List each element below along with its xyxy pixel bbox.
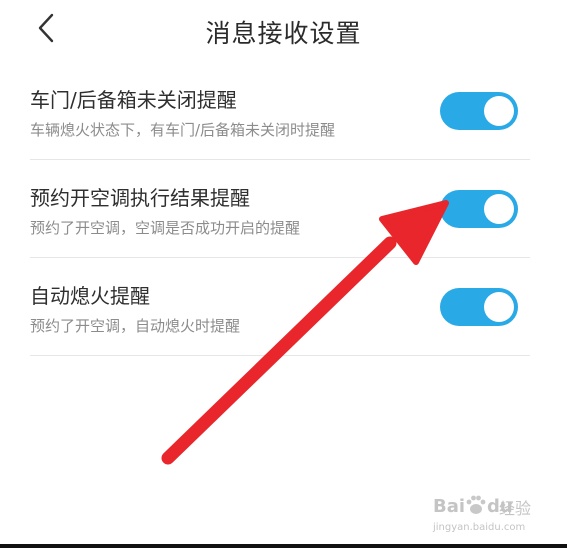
- auto-shutoff-reminder-toggle[interactable]: [440, 288, 518, 326]
- screen: 消息接收设置 车门/后备箱未关闭提醒 车辆熄火状态下，有车门/后备箱未关闭时提醒…: [0, 0, 567, 548]
- toggle-knob: [484, 96, 514, 126]
- header-bar: 消息接收设置: [0, 0, 567, 62]
- setting-row-ac-result: 预约开空调执行结果提醒 预约了开空调，空调是否成功开启的提醒: [30, 160, 530, 258]
- watermark-brand-left: Bai: [433, 496, 466, 517]
- setting-title: 预约开空调执行结果提醒: [30, 186, 250, 210]
- setting-title: 自动熄火提醒: [30, 284, 150, 308]
- page-title: 消息接收设置: [205, 19, 362, 48]
- watermark-brand-cn: 经验: [499, 499, 532, 518]
- setting-description: 预约了开空调，空调是否成功开启的提醒: [30, 219, 301, 237]
- ac-result-reminder-toggle[interactable]: [440, 190, 518, 228]
- bottom-edge: [0, 544, 567, 548]
- setting-description: 车辆熄火状态下，有车门/后备箱未关闭时提醒: [30, 121, 336, 139]
- setting-row-door-trunk: 车门/后备箱未关闭提醒 车辆熄火状态下，有车门/后备箱未关闭时提醒: [30, 62, 530, 160]
- toggle-knob: [484, 292, 514, 322]
- door-trunk-reminder-toggle[interactable]: [440, 92, 518, 130]
- baidu-jingyan-watermark: Bai du 经验 jingyan.baidu.com: [433, 494, 541, 538]
- watermark-url: jingyan.baidu.com: [433, 522, 526, 533]
- setting-title: 车门/后备箱未关闭提醒: [30, 88, 237, 112]
- toggle-knob: [484, 194, 514, 224]
- setting-description: 预约了开空调，自动熄火时提醒: [30, 317, 241, 335]
- paw-icon: [466, 495, 486, 514]
- settings-list: 车门/后备箱未关闭提醒 车辆熄火状态下，有车门/后备箱未关闭时提醒 预约开空调执…: [30, 62, 530, 356]
- setting-row-auto-shutoff: 自动熄火提醒 预约了开空调，自动熄火时提醒: [30, 258, 530, 356]
